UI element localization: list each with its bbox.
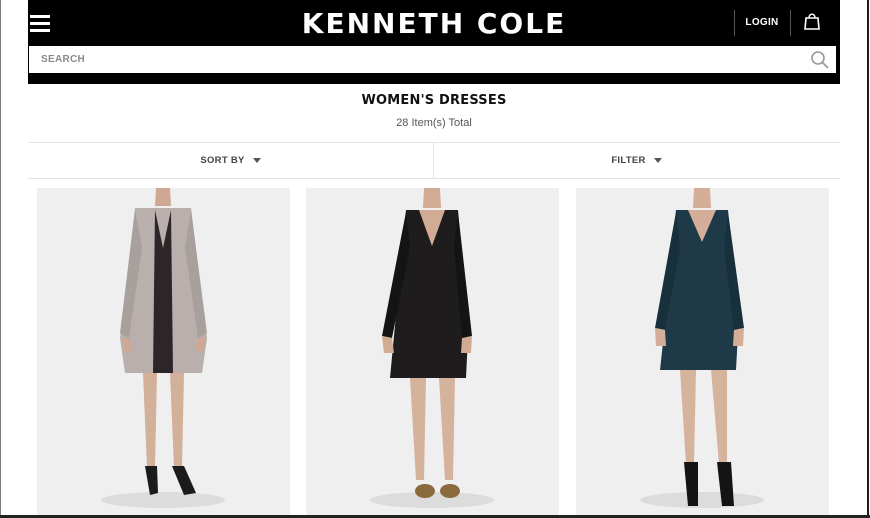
product-image-printed-dress <box>101 188 225 508</box>
site-logo[interactable]: KENNETH COLE <box>28 6 840 42</box>
search-icon[interactable] <box>810 50 830 70</box>
filter-button[interactable]: FILTER <box>434 143 839 179</box>
product-image-black-dress <box>370 188 494 508</box>
product-image-teal-dress <box>640 188 764 508</box>
filter-label: FILTER <box>611 155 646 166</box>
page-title: WOMEN'S DRESSES <box>361 93 507 108</box>
caret-down-icon <box>252 157 261 163</box>
header-divider <box>734 10 735 36</box>
shopping-bag-icon[interactable] <box>802 11 822 31</box>
product-card[interactable] <box>37 188 290 515</box>
login-link[interactable]: LOGIN <box>738 10 786 36</box>
sort-by-button[interactable]: SORT BY <box>28 143 433 179</box>
window-border-left <box>0 0 1 518</box>
item-count: 28 Item(s) Total <box>396 117 472 129</box>
header-divider <box>790 10 791 36</box>
search-input[interactable] <box>29 46 789 73</box>
sort-by-label: SORT BY <box>200 155 245 166</box>
search-bar <box>29 46 836 73</box>
sort-filter-bar: SORT BY FILTER <box>28 142 840 179</box>
product-card[interactable] <box>306 188 559 515</box>
caret-down-icon <box>653 157 662 163</box>
window-border-right <box>867 0 869 518</box>
product-card[interactable] <box>576 188 829 515</box>
